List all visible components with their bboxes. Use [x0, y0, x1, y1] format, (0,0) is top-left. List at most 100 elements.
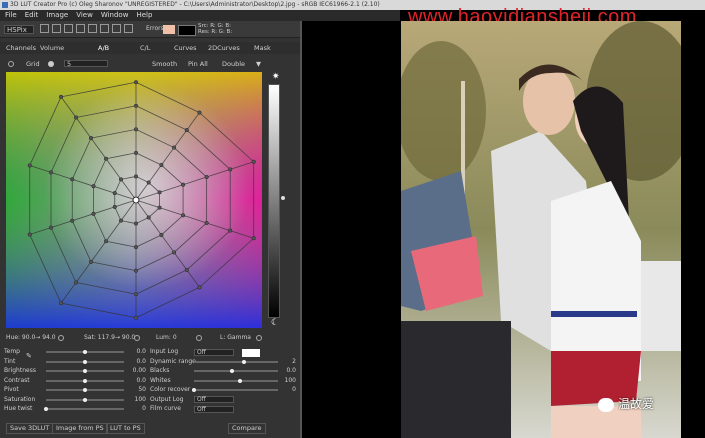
web-control-point[interactable]: [88, 259, 94, 264]
web-control-point[interactable]: [91, 211, 96, 216]
web-control-point[interactable]: [172, 250, 177, 255]
menu-file[interactable]: File: [5, 11, 17, 19]
web-control-point[interactable]: [133, 103, 139, 108]
color-recover-slider-knob[interactable]: [192, 388, 196, 392]
tab-cl[interactable]: C/L: [140, 42, 150, 54]
menu-window[interactable]: Window: [101, 11, 129, 19]
sat-reset-icon[interactable]: [134, 335, 140, 341]
web-control-point[interactable]: [73, 115, 79, 120]
web-control-point[interactable]: [157, 190, 162, 195]
gamma-reset-icon[interactable]: [256, 335, 262, 341]
web-control-point[interactable]: [48, 170, 54, 175]
web-control-point[interactable]: [228, 167, 233, 172]
panel-divider[interactable]: [300, 21, 302, 438]
web-control-point[interactable]: [112, 191, 117, 196]
web-control-point[interactable]: [133, 268, 139, 273]
web-control-point[interactable]: [184, 267, 189, 272]
tab-ab[interactable]: A/B: [98, 42, 109, 54]
tab-volume[interactable]: Volume: [40, 42, 64, 54]
undo-icon[interactable]: [88, 24, 97, 33]
pan-tool-icon[interactable]: [52, 24, 61, 33]
dropdown-arrow-icon[interactable]: ▼: [256, 58, 261, 70]
web-control-point[interactable]: [251, 159, 256, 164]
web-control-point[interactable]: [204, 220, 209, 225]
move-tool-icon[interactable]: [40, 24, 49, 33]
brightness-slider-knob[interactable]: [83, 369, 87, 373]
white-point-swatch[interactable]: [242, 349, 260, 357]
tint-slider-knob[interactable]: [83, 359, 87, 364]
menu-image[interactable]: Image: [46, 11, 68, 19]
web-control-point[interactable]: [172, 145, 177, 150]
web-control-point[interactable]: [27, 163, 32, 168]
saturation-slider[interactable]: [46, 397, 124, 402]
web-control-point[interactable]: [133, 292, 139, 297]
web-control-point[interactable]: [133, 150, 139, 155]
hue-reset-icon[interactable]: [58, 335, 64, 341]
web-control-point[interactable]: [59, 301, 64, 306]
compare-button[interactable]: Compare: [228, 423, 266, 434]
menu-edit[interactable]: Edit: [25, 11, 39, 19]
reset-icon[interactable]: [124, 24, 133, 33]
grid-toggle-icon[interactable]: [48, 61, 54, 67]
image-from-ps-button[interactable]: Image from PS: [52, 423, 108, 434]
menu-help[interactable]: Help: [136, 11, 152, 19]
eyedropper-small-icon[interactable]: ✎: [26, 352, 32, 360]
web-control-point[interactable]: [48, 225, 54, 230]
dynamic-range-slider[interactable]: [194, 359, 278, 364]
lut-to-ps-button[interactable]: LUT to PS: [106, 423, 145, 434]
web-center-point[interactable]: [132, 196, 140, 204]
contrast-slider-knob[interactable]: [83, 378, 87, 383]
web-control-point[interactable]: [159, 232, 164, 238]
pivot-slider-knob[interactable]: [83, 388, 87, 392]
web-control-point[interactable]: [197, 285, 202, 290]
film-curve-select[interactable]: Off: [194, 405, 234, 413]
web-control-point[interactable]: [228, 228, 233, 233]
transform-tool-icon[interactable]: [64, 24, 73, 33]
select-tool-icon[interactable]: [76, 24, 85, 33]
web-control-point[interactable]: [146, 215, 151, 220]
input-log-select[interactable]: Off: [194, 348, 234, 356]
grid-size-select[interactable]: 5: [64, 60, 108, 67]
hue-saturation-grid[interactable]: [6, 72, 262, 328]
web-control-point[interactable]: [118, 218, 124, 223]
luminance-slider[interactable]: [268, 84, 280, 318]
web-control-point[interactable]: [59, 94, 64, 99]
whites-slider[interactable]: [194, 378, 278, 383]
web-control-point[interactable]: [133, 174, 139, 179]
web-control-point[interactable]: [251, 236, 256, 241]
tab-curves[interactable]: Curves: [174, 42, 197, 54]
whites-slider-knob[interactable]: [238, 378, 243, 383]
settings-icon[interactable]: [8, 61, 14, 67]
output-log-select[interactable]: Off: [194, 396, 234, 403]
web-control-point[interactable]: [181, 182, 186, 187]
web-control-point[interactable]: [133, 80, 139, 85]
brightness-slider[interactable]: [46, 369, 124, 373]
web-control-point[interactable]: [133, 221, 139, 226]
web-control-point[interactable]: [70, 177, 75, 182]
luminance-knob[interactable]: [281, 196, 285, 200]
mode-select[interactable]: HSPix: [4, 25, 34, 34]
menu-view[interactable]: View: [76, 11, 93, 19]
blacks-slider[interactable]: [194, 369, 278, 373]
color-recover-slider[interactable]: [192, 388, 278, 392]
web-control-point[interactable]: [184, 128, 189, 133]
web-control-point[interactable]: [159, 162, 164, 168]
web-control-point[interactable]: [73, 280, 79, 285]
gamma-select[interactable]: L: Gamma: [220, 333, 251, 343]
blacks-slider-knob[interactable]: [229, 369, 234, 373]
web-control-point[interactable]: [103, 156, 109, 161]
tab-2dcurves[interactable]: 2DCurves: [208, 42, 240, 54]
web-control-point[interactable]: [204, 175, 209, 180]
web-control-point[interactable]: [112, 204, 117, 209]
web-control-point[interactable]: [133, 245, 139, 250]
web-control-point[interactable]: [118, 177, 124, 182]
redo-icon[interactable]: [100, 24, 109, 33]
temp-slider[interactable]: [46, 350, 124, 354]
tab-channels[interactable]: Channels: [6, 42, 36, 54]
web-control-point[interactable]: [88, 136, 94, 141]
web-control-point[interactable]: [181, 213, 186, 218]
tint-slider[interactable]: [46, 359, 124, 364]
web-control-point[interactable]: [146, 180, 151, 185]
eyedropper-icon[interactable]: [112, 24, 121, 33]
web-control-point[interactable]: [27, 232, 32, 237]
